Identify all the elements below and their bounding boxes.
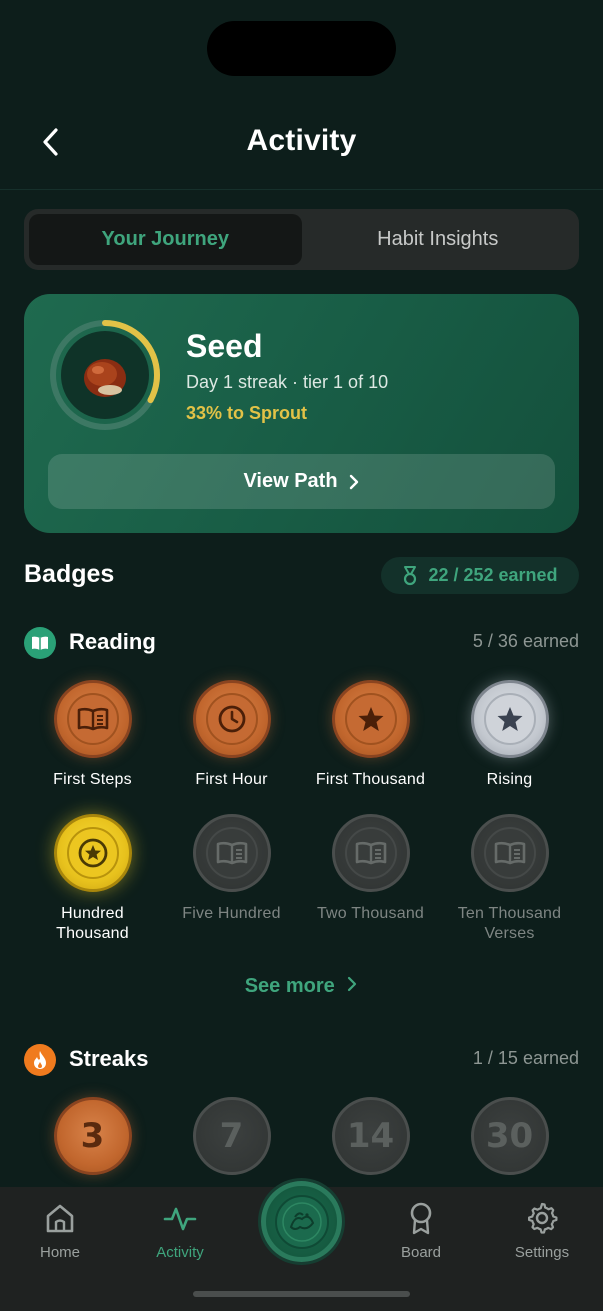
book-icon: [494, 841, 525, 865]
badges-title: Badges: [24, 560, 115, 588]
tab-settings[interactable]: Settings: [492, 1201, 592, 1261]
center-quran-button[interactable]: [261, 1181, 342, 1262]
award-ribbon-icon: [410, 1202, 432, 1235]
chevron-right-icon: [349, 474, 358, 489]
badge-two-thousand[interactable]: Two Thousand: [301, 814, 440, 924]
badge-first-hour[interactable]: First Hour: [162, 680, 301, 790]
badge-label: First Thousand: [315, 771, 426, 788]
journey-card: Seed Day 1 streak · tier 1 of 10 33% to …: [24, 294, 579, 533]
badge-ten-thousand-verses[interactable]: Ten Thousand Verses: [440, 814, 579, 944]
streak-badge-3[interactable]: 3: [23, 1097, 162, 1175]
badge-first-steps[interactable]: First Steps: [23, 680, 162, 790]
chestnut-seed-icon: [84, 359, 126, 397]
badge-label: Five Hundred: [182, 905, 281, 922]
reading-title: Reading: [69, 629, 156, 654]
open-book-icon: [24, 627, 56, 659]
badge-label: First Hour: [195, 771, 268, 788]
home-icon: [46, 1204, 74, 1233]
streak-badge-7[interactable]: 7: [162, 1097, 301, 1175]
view-path-label: View Path: [243, 470, 338, 492]
tab-label: Settings: [514, 1244, 570, 1261]
badge-label: Two Thousand: [316, 905, 425, 922]
medal-icon: [404, 565, 417, 585]
reading-count: 5 / 36 earned: [472, 631, 579, 651]
streak-value: 14: [346, 1116, 395, 1156]
badge-label: Rising: [486, 771, 533, 788]
tab-label: Home: [39, 1244, 80, 1261]
earned-summary-badge[interactable]: 22 / 252 earned: [381, 557, 579, 594]
star-icon: [497, 707, 522, 731]
tab-activity[interactable]: Activity: [130, 1201, 230, 1261]
see-more-button[interactable]: See more: [0, 975, 603, 998]
tier-progress-ring: [48, 318, 162, 432]
tab-your-journey[interactable]: Your Journey: [29, 214, 302, 265]
chevron-right-icon: [348, 976, 357, 992]
badge-rising[interactable]: Rising: [440, 680, 579, 790]
streak-badge-14[interactable]: 14: [301, 1097, 440, 1175]
streaks-count: 1 / 15 earned: [472, 1048, 579, 1068]
badge-label: First Steps: [53, 771, 132, 788]
quran-emblem-icon: [274, 1194, 329, 1249]
badge-hundred-thousand[interactable]: Hundred Thousand: [23, 814, 162, 944]
streak-badge-30[interactable]: 30: [440, 1097, 579, 1175]
tab-label: Activity: [156, 1244, 204, 1261]
home-indicator[interactable]: [193, 1291, 410, 1297]
badge-label: Hundred Thousand: [56, 905, 129, 942]
activity-pulse-icon: [163, 1207, 197, 1231]
dynamic-island: [207, 21, 396, 76]
streaks-section-header: Streaks 1 / 15 earned: [24, 1042, 579, 1078]
page-title: Activity: [246, 124, 357, 157]
earned-summary-text: 22 / 252 earned: [428, 565, 558, 585]
segmented-control: Your Journey Habit Insights: [24, 209, 579, 270]
streaks-title: Streaks: [69, 1046, 149, 1071]
header: Activity: [0, 100, 603, 190]
streak-value: 30: [485, 1116, 534, 1156]
star-circle-icon: [78, 838, 107, 868]
tier-subtitle: Day 1 streak · tier 1 of 10: [186, 372, 389, 392]
view-path-button[interactable]: View Path: [48, 454, 555, 509]
badge-five-hundred[interactable]: Five Hundred: [162, 814, 301, 924]
flame-icon: [24, 1044, 56, 1076]
star-icon: [358, 707, 383, 731]
tab-label: Board: [400, 1244, 442, 1261]
clock-icon: [218, 705, 245, 733]
book-icon: [216, 841, 247, 865]
streak-value: 7: [219, 1116, 244, 1156]
book-icon: [77, 707, 108, 731]
tab-board[interactable]: Board: [371, 1201, 471, 1261]
tab-habit-insights[interactable]: Habit Insights: [302, 214, 575, 265]
streak-value: 3: [80, 1116, 105, 1156]
gear-icon: [528, 1202, 558, 1234]
see-more-label: See more: [244, 975, 335, 997]
tab-home[interactable]: Home: [10, 1201, 110, 1261]
tier-name: Seed: [186, 328, 263, 364]
reading-section-header: Reading 5 / 36 earned: [24, 625, 579, 661]
book-icon: [355, 841, 386, 865]
tier-progress-text: 33% to Sprout: [186, 403, 308, 423]
badge-first-thousand[interactable]: First Thousand: [301, 680, 440, 790]
badge-label: Ten Thousand Verses: [457, 905, 562, 942]
